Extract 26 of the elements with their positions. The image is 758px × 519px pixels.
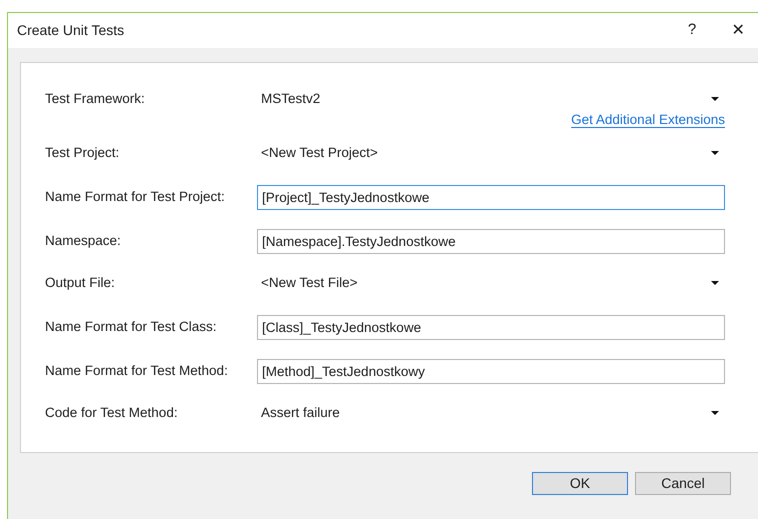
field-label: Test Project: [45, 144, 120, 162]
extensions-link[interactable]: Get Additional Extensions [571, 110, 725, 130]
dropdown-arrow-icon [711, 281, 719, 286]
dropdown-arrow-icon [711, 411, 719, 416]
dropdown[interactable]: MSTestv2 [257, 86, 725, 112]
field-label: Namespace: [45, 232, 122, 250]
dialog-button[interactable]: Cancel [635, 472, 731, 495]
field-label: Test Framework: [45, 90, 146, 108]
text-field[interactable]: [Project]_TestyJednostkowe [257, 184, 725, 210]
text-field[interactable]: [Class]_TestyJednostkowe [257, 314, 725, 340]
help-button[interactable]: ? [682, 19, 702, 42]
dialog-button[interactable]: OK [532, 472, 628, 495]
field-label: Output File: [45, 274, 116, 292]
dropdown-arrow-icon [711, 151, 719, 156]
close-button[interactable]: ✕ [728, 18, 748, 42]
field-label: Name Format for Test Class: [45, 318, 218, 336]
text-field[interactable]: [Namespace].TestyJednostkowe [257, 228, 725, 254]
text-field[interactable]: [Method]_TestJednostkowy [257, 358, 725, 384]
dropdown[interactable]: <New Test Project> [257, 140, 725, 166]
window-title: Create Unit Tests [17, 21, 126, 40]
dropdown[interactable]: Assert failure [257, 400, 725, 426]
field-label: Name Format for Test Project: [45, 188, 226, 206]
field-label: Code for Test Method: [45, 404, 179, 422]
dropdown-arrow-icon [711, 97, 719, 101]
dropdown[interactable]: <New Test File> [257, 270, 725, 296]
field-label: Name Format for Test Method: [45, 362, 229, 380]
